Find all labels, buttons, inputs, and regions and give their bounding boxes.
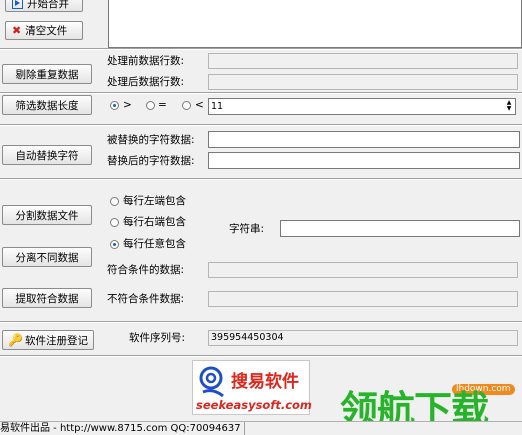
status-text: 易软件出品 - http://www.8715.com QQ:70094637 bbox=[0, 422, 245, 435]
length-spin-input[interactable]: 11 ▲ ▼ bbox=[208, 98, 516, 115]
split-file-button[interactable]: 分割数据文件 bbox=[2, 205, 92, 225]
logo-cn-text: 搜易软件 bbox=[231, 372, 299, 392]
string-label: 字符串: bbox=[229, 223, 265, 235]
radio-right-contains-label: 每行右端包含 bbox=[123, 216, 186, 228]
merge-button[interactable]: 开始合并 bbox=[5, 0, 83, 12]
nomatch-count-field bbox=[208, 291, 518, 307]
replace-to-label: 替换后的字符数据: bbox=[107, 155, 195, 167]
clear-label: 清空文件 bbox=[25, 25, 68, 37]
delete-icon: ✖ bbox=[12, 24, 22, 37]
merge-label: 开始合并 bbox=[27, 0, 69, 10]
dedupe-button[interactable]: 剔除重复数据 bbox=[2, 64, 92, 84]
replace-from-input[interactable] bbox=[208, 131, 520, 148]
divider bbox=[0, 92, 522, 94]
before-count-label: 处理前数据行数: bbox=[107, 55, 185, 67]
radio-equal[interactable] bbox=[146, 101, 155, 110]
radio-any-contains[interactable] bbox=[110, 240, 119, 249]
radio-any-contains-label: 每行任意包含 bbox=[123, 238, 186, 250]
radio-greater[interactable] bbox=[110, 101, 119, 110]
clear-files-button[interactable]: ✖ 清空文件 bbox=[5, 21, 83, 40]
replace-from-label: 被替换的字符数据: bbox=[107, 134, 195, 146]
filter-length-button[interactable]: 筛选数据长度 bbox=[2, 95, 92, 115]
after-count-label: 处理后数据行数: bbox=[107, 76, 185, 88]
register-button[interactable]: 🔑 软件注册登记 bbox=[2, 330, 94, 350]
separate-data-button[interactable]: 分离不同数据 bbox=[2, 247, 92, 267]
match-count-label: 符合条件的数据: bbox=[107, 264, 185, 276]
replace-to-input[interactable] bbox=[208, 152, 520, 169]
length-value: 11 bbox=[211, 101, 224, 112]
radio-greater-label: > bbox=[123, 99, 132, 111]
after-count-field bbox=[208, 74, 518, 90]
logo-swirl-icon bbox=[199, 366, 224, 398]
nomatch-count-label: 不符合条件数据: bbox=[107, 293, 185, 305]
serial-label: 软件序列号: bbox=[129, 332, 186, 344]
logo-en-text: seekeasysoft.com bbox=[196, 398, 312, 412]
before-count-field bbox=[208, 53, 518, 69]
string-input[interactable] bbox=[280, 220, 520, 237]
logo: 搜易软件 seekeasysoft.com bbox=[192, 360, 312, 415]
spin-arrows-icon[interactable]: ▲ ▼ bbox=[504, 100, 514, 113]
file-list-area[interactable] bbox=[108, 0, 522, 48]
divider bbox=[0, 355, 522, 357]
radio-equal-label: = bbox=[158, 99, 167, 111]
extract-data-button[interactable]: 提取符合数据 bbox=[2, 288, 92, 308]
divider bbox=[0, 321, 522, 323]
play-icon bbox=[12, 0, 23, 9]
divider bbox=[0, 124, 522, 126]
divider bbox=[0, 178, 522, 180]
radio-left-contains-label: 每行左端包含 bbox=[123, 195, 186, 207]
radio-right-contains[interactable] bbox=[110, 218, 119, 227]
status-bar: 易软件出品 - http://www.8715.com QQ:70094637 bbox=[0, 421, 522, 435]
serial-field: 395954450304 bbox=[208, 330, 518, 346]
radio-less-label: < bbox=[195, 99, 204, 111]
key-icon: 🔑 bbox=[8, 333, 23, 347]
radio-less[interactable] bbox=[182, 101, 191, 110]
divider bbox=[0, 48, 522, 50]
register-label: 软件注册登记 bbox=[24, 334, 88, 347]
match-count-field bbox=[208, 262, 518, 278]
radio-left-contains[interactable] bbox=[110, 197, 119, 206]
replace-button[interactable]: 自动替换字符 bbox=[2, 145, 92, 165]
